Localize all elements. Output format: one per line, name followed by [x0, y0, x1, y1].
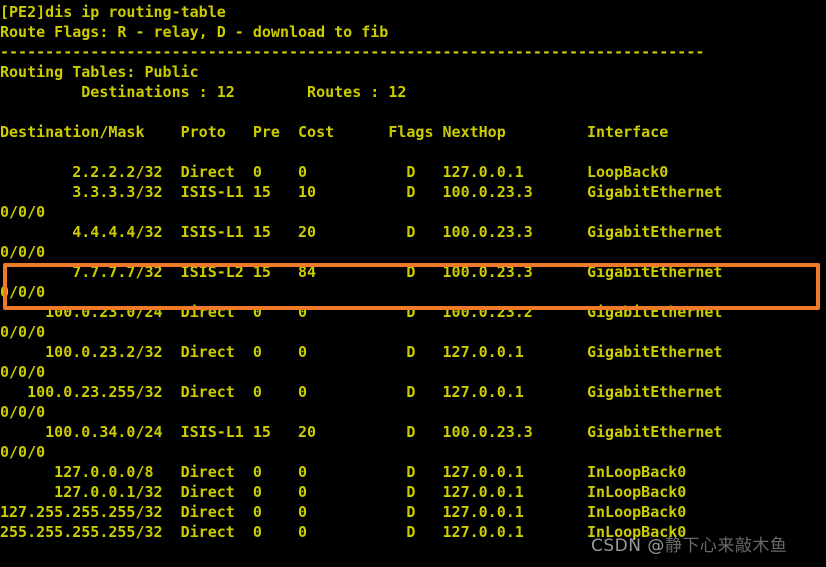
- table-row-wrap: 0/0/0: [0, 403, 46, 421]
- terminal-column-header: Destination/Mask Proto Pre Cost Flags Ne…: [0, 123, 669, 141]
- table-row: 2.2.2.2/32 Direct 0 0 D 127.0.0.1 LoopBa…: [0, 163, 669, 181]
- table-row: 3.3.3.3/32 ISIS-L1 15 10 D 100.0.23.3 Gi…: [0, 183, 723, 201]
- table-row: 100.0.23.0/24 Direct 0 0 D 100.0.23.2 Gi…: [0, 303, 723, 321]
- table-row-wrap: 0/0/0: [0, 243, 46, 261]
- terminal-line: Destinations : 12 Routes : 12: [0, 83, 407, 101]
- table-row-wrap-highlighted: 0/0/0: [0, 283, 46, 301]
- table-row-highlighted: 7.7.7.7/32 ISIS-L2 15 84 D 100.0.23.3 Gi…: [0, 263, 723, 281]
- table-row-wrap: 0/0/0: [0, 203, 46, 221]
- terminal-separator-line: ----------------------------------------…: [0, 43, 705, 61]
- table-row: 127.255.255.255/32 Direct 0 0 D 127.0.0.…: [0, 503, 687, 521]
- table-row: 100.0.34.0/24 ISIS-L1 15 20 D 100.0.23.3…: [0, 423, 723, 441]
- terminal-line: Routing Tables: Public: [0, 63, 199, 81]
- table-row: 127.0.0.1/32 Direct 0 0 D 127.0.0.1 InLo…: [0, 483, 687, 501]
- table-row: 127.0.0.0/8 Direct 0 0 D 127.0.0.1 InLoo…: [0, 463, 687, 481]
- table-row: 4.4.4.4/32 ISIS-L1 15 20 D 100.0.23.3 Gi…: [0, 223, 723, 241]
- terminal-line: [PE2]dis ip routing-table: [0, 3, 226, 21]
- terminal-window[interactable]: [PE2]dis ip routing-table Route Flags: R…: [0, 0, 826, 567]
- table-row: 100.0.23.255/32 Direct 0 0 D 127.0.0.1 G…: [0, 383, 723, 401]
- table-row-wrap: 0/0/0: [0, 443, 46, 461]
- table-row: 100.0.23.2/32 Direct 0 0 D 127.0.0.1 Gig…: [0, 343, 723, 361]
- terminal-output: [PE2]dis ip routing-table Route Flags: R…: [0, 0, 826, 542]
- table-row: 255.255.255.255/32 Direct 0 0 D 127.0.0.…: [0, 523, 687, 541]
- table-row-wrap: 0/0/0: [0, 363, 46, 381]
- table-row-wrap: 0/0/0: [0, 323, 46, 341]
- terminal-line: Route Flags: R - relay, D - download to …: [0, 23, 389, 41]
